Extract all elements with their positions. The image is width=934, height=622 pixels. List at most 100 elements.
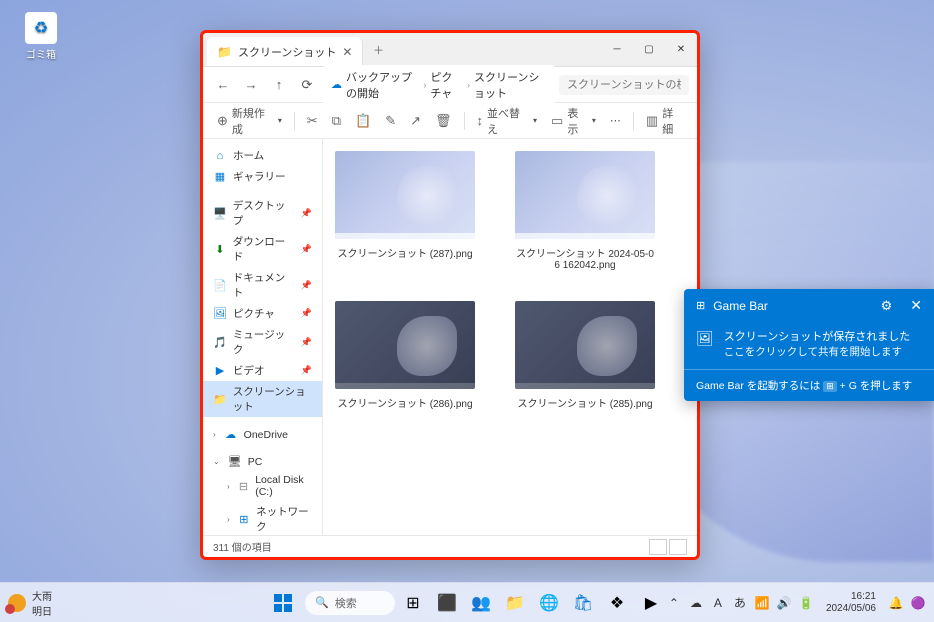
clock-date: 2024/05/06 [826,603,876,615]
taskbar-app-1[interactable]: ⬛ [431,587,463,619]
recycle-bin[interactable]: ♻ ゴミ箱 [16,12,66,61]
share-icon: ↗ [410,113,421,129]
notification-center-icon[interactable]: 🔔 [888,596,904,610]
tray-language-icon[interactable]: あ [732,594,748,611]
sidebar-pinned-2[interactable]: 📄ドキュメント📌 [203,267,322,303]
taskbar-clock[interactable]: 16:21 2024/05/06 [826,591,876,615]
sidebar-home[interactable]: ⌂ ホーム [203,145,322,166]
tray-volume-icon[interactable]: 🔊 [776,596,792,610]
sidebar-pinned-icon: 🖥️ [213,207,227,220]
view-button[interactable]: ▭ 表示 ▾ [545,108,602,134]
weather-text-1: 大雨 [32,588,52,603]
win-key-icon: ⊞ [823,381,837,392]
sort-button[interactable]: ↕ 並べ替え ▾ [470,108,543,134]
up-button[interactable]: ↑ [267,73,291,97]
close-window-button[interactable]: ✕ [665,33,697,66]
close-notification-button[interactable]: ✕ [910,297,922,314]
sidebar-localdisk-label: Local Disk (C:) [255,474,312,498]
gamebar-notification[interactable]: ⊞ Game Bar ⚙ ✕ 🖼 スクリーンショットが保存されました ここをクリ… [684,289,934,401]
paste-button[interactable]: 📋 [349,108,377,134]
sidebar-network[interactable]: › ⊞ ネットワーク [203,501,322,535]
start-button[interactable] [267,587,299,619]
new-tab-button[interactable]: ＋ [363,33,393,66]
breadcrumb-pictures[interactable]: ピクチャ [430,69,463,101]
taskbar-search[interactable]: 🔍 検索 [305,591,395,615]
sidebar-pinned-label: ミュージック [233,327,295,357]
file-item-3[interactable]: スクリーンショット (285).png [515,301,655,410]
new-button[interactable]: ⊕ 新規作成 ▾ [211,108,288,134]
taskbar-app-2[interactable]: ▶ [635,587,667,619]
sidebar-pinned-4[interactable]: 🎵ミュージック📌 [203,324,322,360]
sort-icon: ↕ [476,113,483,128]
sidebar-pinned-icon: ⬇ [213,243,227,256]
forward-button[interactable]: → [239,73,263,97]
sidebar-network-label: ネットワーク [256,504,312,534]
tab-screenshots[interactable]: 📁 スクリーンショット ✕ [207,37,363,66]
tray-onedrive-icon[interactable]: ☁ [688,596,704,610]
file-item-1[interactable]: スクリーンショット 2024-05-06 162042.png [515,151,655,271]
sidebar-pinned-icon: 📄 [213,279,227,292]
view-grid-button[interactable] [669,539,687,555]
taskbar-teams[interactable]: 👥 [465,587,497,619]
file-thumbnail [335,301,475,389]
maximize-button[interactable]: ▢ [633,33,665,66]
sidebar-pinned-6[interactable]: 📁スクリーンショット [203,381,322,417]
view-list-button[interactable] [649,539,667,555]
file-name: スクリーンショット 2024-05-06 162042.png [515,245,655,271]
taskbar-store[interactable]: 🛍 [567,587,599,619]
sidebar-pinned-1[interactable]: ⬇ダウンロード📌 [203,231,322,267]
copy-button[interactable]: ⧉ [326,108,347,134]
back-button[interactable]: ← [211,73,235,97]
tab-close-icon[interactable]: ✕ [342,45,352,59]
breadcrumb-screenshots[interactable]: スクリーンショット [474,69,547,101]
pin-icon: 📌 [301,308,312,319]
more-button[interactable]: ⋯ [604,108,627,134]
search-icon: 🔍 [315,596,329,609]
minimize-button[interactable]: ─ [601,33,633,66]
notification-message-1: スクリーンショットが保存されました [724,328,910,344]
file-item-2[interactable]: スクリーンショット (286).png [335,301,475,410]
tray-ime-icon[interactable]: A [710,596,726,610]
tray-chevron-icon[interactable]: ⌃ [666,596,682,610]
sidebar-localdisk[interactable]: › ⊟ Local Disk (C:) [203,471,322,501]
sidebar-pc[interactable]: ⌄ 🖥 PC [203,452,322,471]
sidebar-pinned-5[interactable]: ▶ビデオ📌 [203,360,322,381]
sidebar-pinned-label: ドキュメント [233,270,295,300]
rename-button[interactable]: ✎ [379,108,402,134]
search-input[interactable] [559,75,689,95]
highlight-frame: 📁 スクリーンショット ✕ ＋ ─ ▢ ✕ ← → ↑ ⟳ ☁ バックアップの開… [200,30,700,560]
sidebar-pinned-label: ビデオ [233,363,265,378]
sidebar-pinned-label: デスクトップ [233,198,295,228]
cut-icon: ✂ [307,113,318,129]
sidebar-pinned-label: ダウンロード [233,234,295,264]
settings-icon[interactable]: ⚙ [881,298,893,314]
file-item-0[interactable]: スクリーンショット (287).png [335,151,475,271]
sidebar-onedrive[interactable]: › ☁ OneDrive [203,425,322,444]
tray-battery-icon[interactable]: 🔋 [798,596,814,610]
sidebar-gallery[interactable]: ▦ ギャラリー [203,166,322,187]
sidebar-pinned-0[interactable]: 🖥️デスクトップ📌 [203,195,322,231]
cut-button[interactable]: ✂ [301,108,324,134]
disk-icon: ⊟ [238,480,250,493]
sidebar-onedrive-label: OneDrive [244,429,288,441]
share-button[interactable]: ↗ [404,108,427,134]
breadcrumb[interactable]: ☁ バックアップの開始 › ピクチャ › スクリーンショット [323,65,555,105]
taskbar-copilot[interactable]: ❖ [601,587,633,619]
sort-label: 並べ替え [487,105,529,137]
task-view-button[interactable]: ⊞ [397,587,429,619]
breadcrumb-root[interactable]: バックアップの開始 [346,69,419,101]
tray-app-icon[interactable]: 🟣 [910,596,926,610]
recycle-bin-label: ゴミ箱 [16,46,66,61]
taskbar-edge[interactable]: 🌐 [533,587,565,619]
chevron-down-icon: ⌄ [213,457,220,466]
delete-button[interactable]: 🗑 [429,108,458,134]
weather-widget[interactable]: 大雨 明日 [8,588,52,618]
tray-wifi-icon[interactable]: 📶 [754,596,770,610]
item-count: 311 個の項目 [213,539,272,554]
sidebar-pinned-3[interactable]: 🖼ピクチャ📌 [203,303,322,324]
refresh-button[interactable]: ⟳ [295,73,319,97]
taskbar-explorer[interactable]: 📁 [499,587,531,619]
details-pane-button[interactable]: ▥ 詳細 [640,108,689,134]
home-icon: ⌂ [213,150,227,162]
file-explorer-window: 📁 スクリーンショット ✕ ＋ ─ ▢ ✕ ← → ↑ ⟳ ☁ バックアップの開… [203,33,697,557]
